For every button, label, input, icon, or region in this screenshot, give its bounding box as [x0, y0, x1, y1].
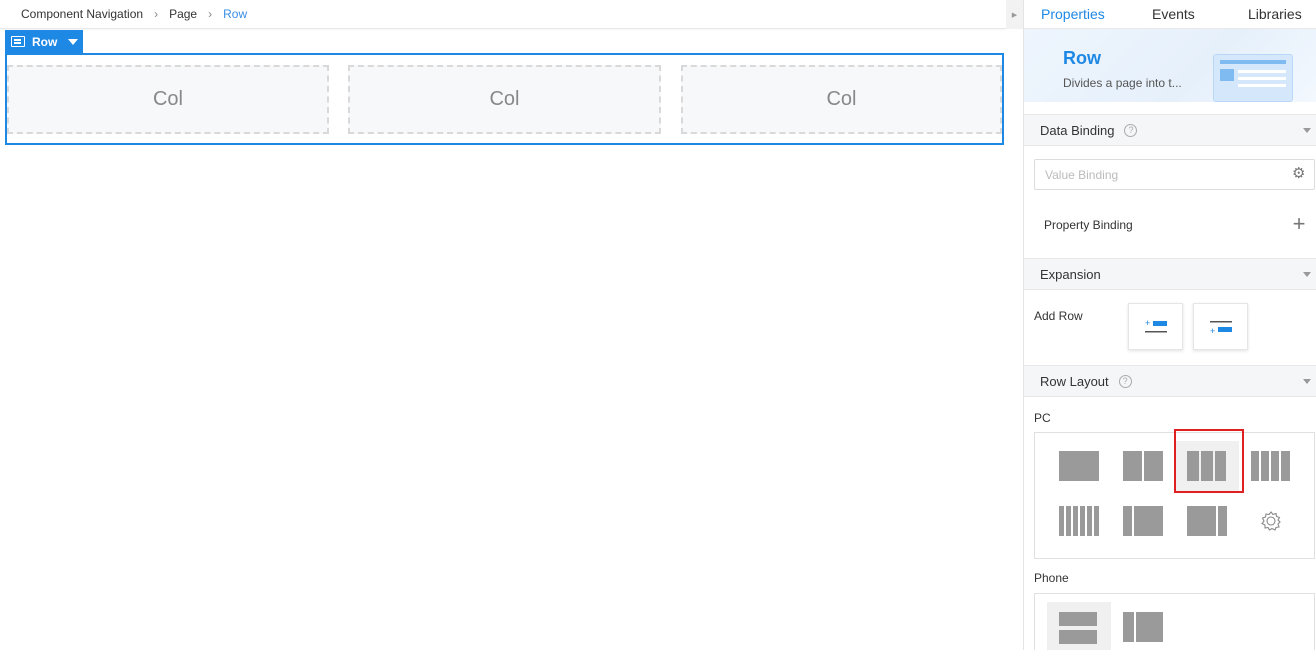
caret-down-icon[interactable] — [1303, 128, 1311, 133]
tab-libraries[interactable]: Libraries — [1248, 0, 1302, 29]
add-property-binding-button[interactable]: + — [1290, 213, 1308, 235]
panel-collapse-handle[interactable]: ▶ — [1006, 0, 1023, 29]
caret-down-icon[interactable] — [68, 38, 79, 45]
breadcrumb: Component Navigation › Page › Row — [0, 0, 1006, 29]
selected-layout-highlight — [1174, 429, 1244, 493]
col-cell-2[interactable]: Col — [348, 65, 661, 134]
layout-custom-button[interactable] — [1239, 496, 1303, 546]
pc-layout-label: PC — [1034, 411, 1051, 425]
col-cell-1[interactable]: Col — [7, 65, 329, 134]
layout-2-col[interactable] — [1111, 441, 1175, 491]
gear-icon[interactable]: ⚙ — [1292, 166, 1306, 181]
component-banner: Row Divides a page into t... — [1024, 29, 1316, 102]
caret-down-icon[interactable] — [1303, 272, 1311, 277]
help-icon[interactable]: ? — [1118, 374, 1132, 388]
row-selection-tag[interactable]: Row — [5, 30, 83, 53]
phone-layout-label: Phone — [1034, 571, 1069, 585]
row-container[interactable]: Col Col Col — [5, 53, 1004, 145]
section-row-layout[interactable]: Row Layout ? — [1024, 365, 1316, 397]
section-row-layout-title: Row Layout — [1040, 373, 1109, 389]
section-expansion[interactable]: Expansion — [1024, 258, 1316, 290]
layout-1-3-col[interactable] — [1111, 496, 1175, 546]
layout-4-col[interactable] — [1239, 441, 1303, 491]
breadcrumb-item-page[interactable]: Page — [169, 7, 197, 21]
layout-6-col[interactable] — [1047, 496, 1111, 546]
tab-properties[interactable]: Properties — [1041, 0, 1105, 29]
row-tag-label: Row — [32, 34, 58, 49]
properties-panel: Properties Events Libraries Row Divides … — [1024, 0, 1316, 650]
section-data-binding-title: Data Binding — [1040, 122, 1115, 138]
gear-icon — [1261, 511, 1281, 531]
component-description: Divides a page into t... — [1063, 76, 1182, 90]
component-title: Row — [1063, 48, 1101, 68]
chevron-right-icon: › — [208, 7, 213, 21]
add-row-above-button[interactable]: + — [1128, 303, 1183, 350]
layout-1-col[interactable] — [1047, 441, 1111, 491]
add-row-below-icon: + — [1210, 321, 1232, 335]
panel-tabs: Properties Events Libraries — [1024, 0, 1316, 29]
design-canvas: Component Navigation › Page › Row Row Co… — [0, 0, 1006, 650]
value-binding-input[interactable] — [1034, 159, 1315, 190]
breadcrumb-item-component-navigation[interactable]: Component Navigation — [21, 7, 143, 21]
row-component-icon — [11, 36, 25, 47]
section-data-binding[interactable]: Data Binding ? — [1024, 114, 1316, 146]
help-icon[interactable]: ? — [1124, 123, 1138, 137]
phone-layout-stacked[interactable] — [1047, 602, 1111, 650]
caret-down-icon[interactable] — [1303, 379, 1311, 384]
tab-events[interactable]: Events — [1152, 0, 1195, 29]
property-binding-label: Property Binding — [1044, 218, 1133, 232]
breadcrumb-item-row[interactable]: Row — [223, 7, 247, 21]
svg-text:+: + — [1145, 319, 1150, 328]
section-expansion-title: Expansion — [1040, 266, 1101, 282]
svg-text:+: + — [1210, 326, 1215, 335]
col-cell-3[interactable]: Col — [681, 65, 1002, 134]
layout-illustration-icon — [1213, 54, 1293, 102]
add-row-below-button[interactable]: + — [1193, 303, 1248, 350]
phone-layout-2-col[interactable] — [1111, 602, 1175, 650]
phone-layout-grid — [1034, 593, 1315, 650]
layout-3-1-col[interactable] — [1175, 496, 1239, 546]
chevron-right-icon: › — [154, 7, 159, 21]
add-row-label: Add Row — [1034, 309, 1083, 323]
add-row-above-icon: + — [1145, 319, 1167, 333]
